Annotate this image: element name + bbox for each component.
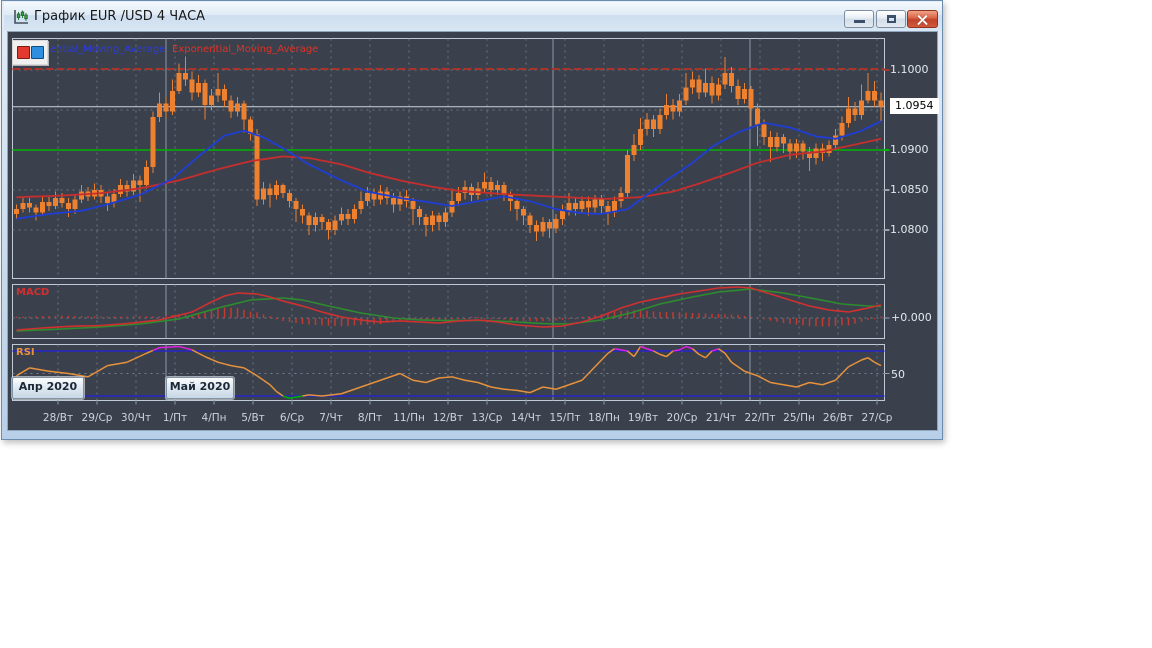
- minimize-button[interactable]: [844, 10, 874, 28]
- month-button-apr[interactable]: Апр 2020: [12, 377, 84, 399]
- indicator-buttons: [12, 40, 48, 65]
- legend-ema-blue: ential_Moving_Average: [50, 44, 166, 55]
- indicator-red-swatch[interactable]: [17, 46, 30, 59]
- window-title: График EUR /USD 4 ЧАСА: [34, 9, 206, 24]
- month-button-may[interactable]: Май 2020: [166, 377, 234, 399]
- legend-ema-red: Exponential_Moving_Average: [172, 44, 319, 55]
- minimize-icon: [854, 20, 865, 23]
- close-button[interactable]: [907, 10, 938, 28]
- chart-app-icon: [14, 10, 28, 24]
- desktop: График EUR /USD 4 ЧАСА 1.1000 1.0954 1.090…: [0, 0, 1152, 648]
- title-bar[interactable]: График EUR /USD 4 ЧАСА: [4, 2, 942, 31]
- maximize-button[interactable]: [876, 10, 906, 28]
- maximize-icon: [887, 15, 896, 23]
- chart-window: График EUR /USD 4 ЧАСА: [1, 0, 943, 440]
- chart-client-area: [7, 31, 938, 431]
- indicator-blue-swatch[interactable]: [31, 46, 44, 59]
